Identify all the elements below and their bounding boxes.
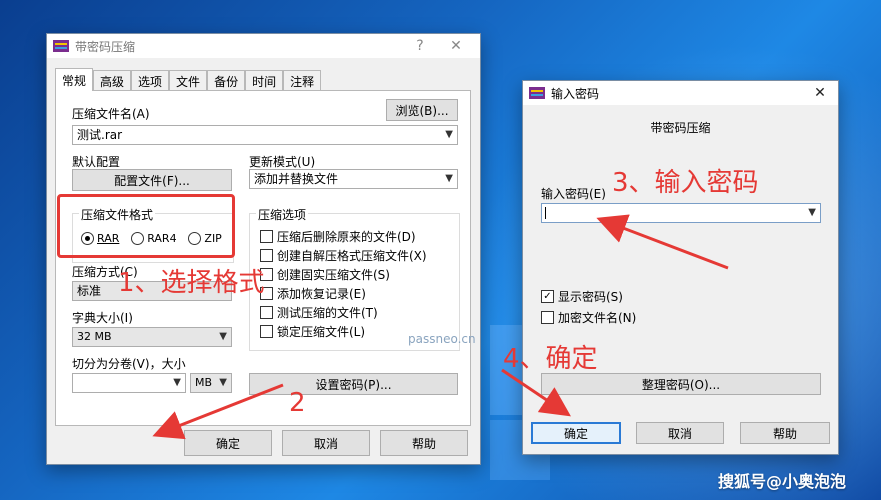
annotation-step3: 3、输入密码 xyxy=(612,168,759,198)
arrow-to-ok-button xyxy=(501,368,571,417)
arrow-to-password-input xyxy=(596,214,729,270)
site-watermark: passneo.cn xyxy=(408,332,476,346)
arrow-to-set-password xyxy=(152,383,284,440)
annotation-step4: 4、确定 xyxy=(503,344,598,374)
annotation-arrows xyxy=(152,214,729,440)
tab-general[interactable]: 常规 xyxy=(55,68,94,91)
annotation-step2: 2 xyxy=(289,388,306,418)
brand-watermark: 搜狐号@小奥泡泡 xyxy=(718,472,847,491)
annotation-step1: 1、选择格式 xyxy=(118,268,265,298)
